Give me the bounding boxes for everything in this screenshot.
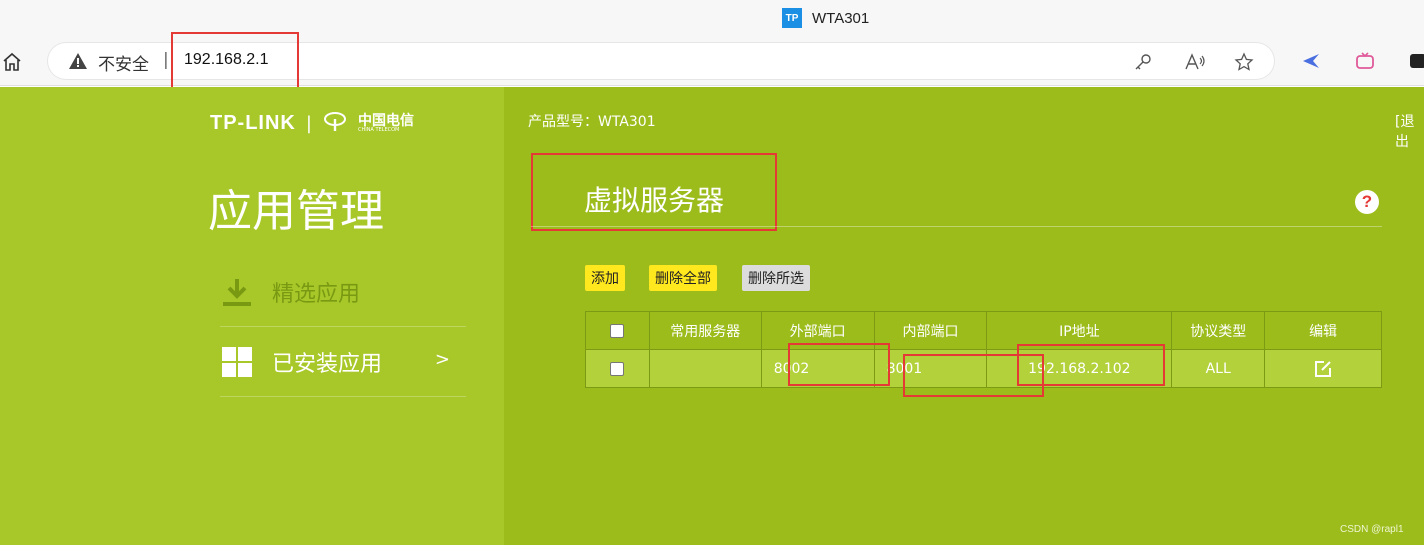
delete-selected-button[interactable]: 删除所选 <box>742 265 810 291</box>
select-all-cell[interactable] <box>585 311 650 350</box>
nav-label: 已安装应用 <box>272 351 383 377</box>
url-highlight-box <box>171 32 299 92</box>
nav-label: 精选应用 <box>272 281 361 307</box>
grid-icon <box>220 345 254 379</box>
security-label[interactable]: 不安全 <box>98 50 149 75</box>
row-checkbox[interactable] <box>610 361 625 376</box>
sidebar: TP-LINK | 中国电信 CHINA TELECOM 应用管理 精选应用 已… <box>0 87 504 545</box>
logo-divider: | <box>305 112 312 134</box>
column-header: 编辑 <box>1264 311 1382 350</box>
tab-title: WTA301 <box>812 9 870 27</box>
china-telecom-text: 中国电信 CHINA TELECOM <box>357 112 414 133</box>
protocol-cell: ALL <box>1171 349 1266 388</box>
bird-extension-icon[interactable] <box>1300 50 1322 72</box>
extension-icon[interactable] <box>1408 50 1424 72</box>
row-select-cell[interactable] <box>585 349 650 388</box>
address-separator: | <box>163 50 169 70</box>
edit-cell[interactable] <box>1264 349 1382 388</box>
help-icon[interactable]: ? <box>1355 190 1379 214</box>
china-telecom-logo-icon <box>322 110 348 136</box>
tp-link-logo: TP-LINK <box>210 111 296 134</box>
home-icon[interactable] <box>0 50 24 74</box>
product-model: 产品型号：WTA301 <box>528 114 656 130</box>
sidebar-title: 应用管理 <box>208 186 384 237</box>
column-header: 协议类型 <box>1171 311 1266 350</box>
edit-icon[interactable] <box>1313 360 1333 377</box>
ip-highlight-box <box>1017 344 1165 386</box>
table-header-row: 常用服务器 外部端口 内部端口 IP地址 协议类型 编辑 <box>585 311 1382 350</box>
title-highlight-box <box>531 153 777 231</box>
logout-link[interactable]: [退出 <box>1395 111 1424 151</box>
delete-all-button[interactable]: 删除全部 <box>649 265 717 291</box>
chevron-right-icon: > <box>434 349 450 370</box>
favorite-star-icon[interactable] <box>1234 52 1254 72</box>
add-button[interactable]: 添加 <box>585 265 625 291</box>
warning-icon[interactable] <box>68 51 88 75</box>
tv-extension-icon[interactable] <box>1354 50 1376 72</box>
column-header: 内部端口 <box>873 311 988 350</box>
download-icon <box>220 275 254 309</box>
column-header: 常用服务器 <box>648 311 762 350</box>
select-all-checkbox[interactable] <box>610 323 625 338</box>
browser-tab[interactable]: TP WTA301 <box>782 8 869 28</box>
read-aloud-icon[interactable] <box>1184 52 1205 72</box>
router-admin-page: TP-LINK | 中国电信 CHINA TELECOM 应用管理 精选应用 已… <box>0 87 1424 545</box>
common-server-cell <box>648 349 762 388</box>
external-port-highlight-box <box>788 343 890 386</box>
title-divider <box>531 226 1382 227</box>
brand-logo: TP-LINK | 中国电信 CHINA TELECOM <box>210 110 414 136</box>
nav-item-installed-apps[interactable]: 已安装应用 > <box>220 327 466 397</box>
key-icon[interactable] <box>1133 52 1153 72</box>
watermark: CSDN @rapl1 <box>1340 524 1404 535</box>
nav-item-featured-apps[interactable]: 精选应用 <box>220 257 466 327</box>
tp-link-favicon-icon: TP <box>782 8 802 28</box>
